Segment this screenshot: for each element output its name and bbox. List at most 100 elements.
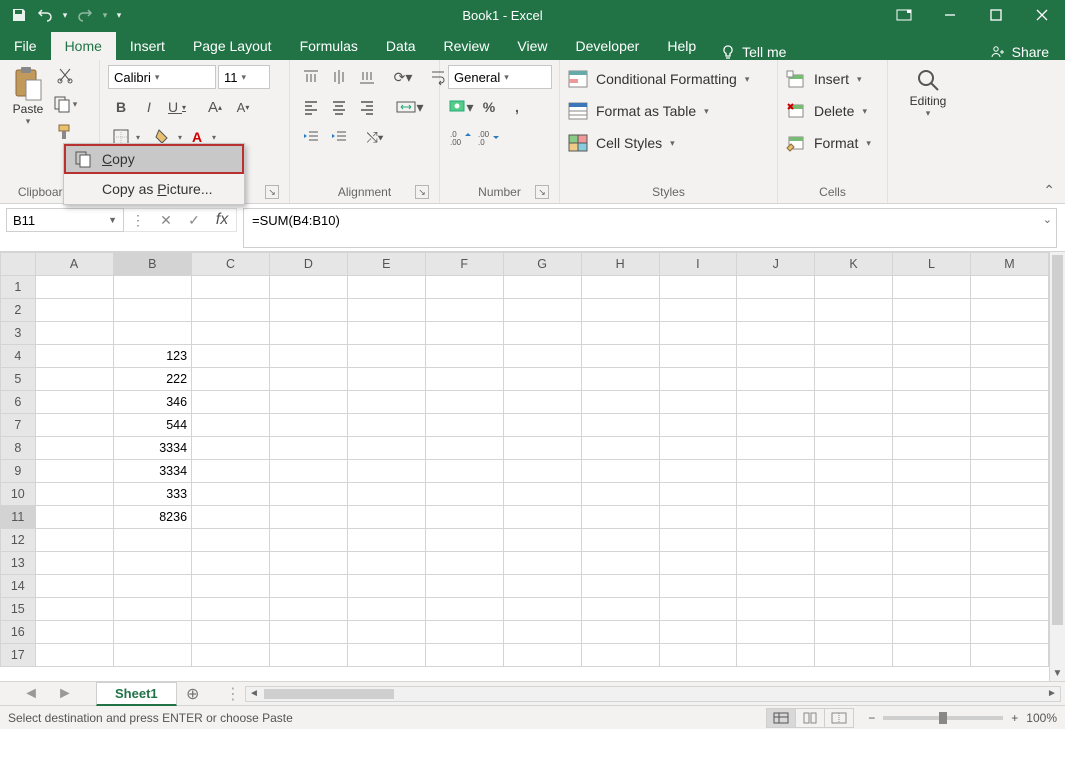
select-all-cell[interactable]	[1, 253, 36, 276]
font-size-combo[interactable]: 11▾	[218, 65, 270, 89]
normal-view-icon[interactable]	[766, 708, 796, 728]
col-header-A[interactable]: A	[35, 253, 113, 276]
cell-K15[interactable]	[815, 598, 893, 621]
italic-button[interactable]: I	[136, 95, 162, 119]
hscroll-thumb[interactable]	[264, 689, 394, 699]
cell-B1[interactable]	[113, 276, 192, 299]
col-header-E[interactable]: E	[347, 253, 425, 276]
redo-caret-icon[interactable]: ▾	[100, 4, 110, 26]
cell-G12[interactable]	[503, 529, 581, 552]
row-header-13[interactable]: 13	[1, 552, 36, 575]
cell-H8[interactable]	[581, 437, 659, 460]
cell-B10[interactable]: 333	[113, 483, 192, 506]
paste-button[interactable]: Paste ▾	[8, 64, 48, 129]
cell-M4[interactable]	[970, 345, 1048, 368]
cell-I8[interactable]	[659, 437, 737, 460]
cell-L6[interactable]	[893, 391, 971, 414]
cell-A17[interactable]	[35, 644, 113, 667]
font-name-combo[interactable]: Calibri▾	[108, 65, 216, 89]
cell-K11[interactable]	[815, 506, 893, 529]
cell-M5[interactable]	[970, 368, 1048, 391]
cell-L7[interactable]	[893, 414, 971, 437]
delete-cells-button[interactable]: Delete ▾	[786, 98, 867, 124]
cell-B9[interactable]: 3334	[113, 460, 192, 483]
cell-A9[interactable]	[35, 460, 113, 483]
decrease-font-icon[interactable]: A▾	[230, 95, 256, 119]
page-layout-view-icon[interactable]	[795, 708, 825, 728]
cell-E15[interactable]	[347, 598, 425, 621]
format-painter-icon[interactable]	[52, 120, 78, 144]
cell-A10[interactable]	[35, 483, 113, 506]
cell-K6[interactable]	[815, 391, 893, 414]
cell-K4[interactable]	[815, 345, 893, 368]
tab-file[interactable]: File	[0, 32, 51, 60]
cell-E6[interactable]	[347, 391, 425, 414]
cell-J4[interactable]	[737, 345, 815, 368]
cell-J9[interactable]	[737, 460, 815, 483]
cell-C12[interactable]	[192, 529, 270, 552]
cell-M11[interactable]	[970, 506, 1048, 529]
col-header-F[interactable]: F	[425, 253, 503, 276]
accounting-format-icon[interactable]: ▾	[448, 95, 474, 119]
cell-F7[interactable]	[425, 414, 503, 437]
cell-C9[interactable]	[192, 460, 270, 483]
cell-G1[interactable]	[503, 276, 581, 299]
cell-F8[interactable]	[425, 437, 503, 460]
cell-D9[interactable]	[269, 460, 347, 483]
col-header-M[interactable]: M	[970, 253, 1048, 276]
horizontal-scrollbar[interactable]: ◄ ►	[245, 686, 1061, 702]
cell-I16[interactable]	[659, 621, 737, 644]
cell-C10[interactable]	[192, 483, 270, 506]
cell-L1[interactable]	[893, 276, 971, 299]
fx-separator-icon[interactable]: ⋮	[124, 212, 152, 229]
row-header-3[interactable]: 3	[1, 322, 36, 345]
cell-B14[interactable]	[113, 575, 192, 598]
row-header-11[interactable]: 11	[1, 506, 36, 529]
cell-A2[interactable]	[35, 299, 113, 322]
cell-G2[interactable]	[503, 299, 581, 322]
cell-K3[interactable]	[815, 322, 893, 345]
cell-F14[interactable]	[425, 575, 503, 598]
grid[interactable]: ABCDEFGHIJKLM123412352226346754483334933…	[0, 252, 1049, 667]
scroll-left-icon[interactable]: ◄	[246, 687, 262, 701]
cell-H1[interactable]	[581, 276, 659, 299]
cell-E11[interactable]	[347, 506, 425, 529]
cell-B2[interactable]	[113, 299, 192, 322]
format-cells-button[interactable]: Format ▾	[786, 130, 871, 156]
cell-G8[interactable]	[503, 437, 581, 460]
cell-H13[interactable]	[581, 552, 659, 575]
row-header-9[interactable]: 9	[1, 460, 36, 483]
cell-C16[interactable]	[192, 621, 270, 644]
row-header-8[interactable]: 8	[1, 437, 36, 460]
cell-L8[interactable]	[893, 437, 971, 460]
cell-C14[interactable]	[192, 575, 270, 598]
cell-E7[interactable]	[347, 414, 425, 437]
cell-M1[interactable]	[970, 276, 1048, 299]
cell-G5[interactable]	[503, 368, 581, 391]
align-middle-icon[interactable]	[326, 65, 352, 89]
cell-F3[interactable]	[425, 322, 503, 345]
row-header-6[interactable]: 6	[1, 391, 36, 414]
cell-L16[interactable]	[893, 621, 971, 644]
cell-E10[interactable]	[347, 483, 425, 506]
format-as-table-button[interactable]: Format as Table ▾	[568, 98, 709, 124]
cell-B5[interactable]: 222	[113, 368, 192, 391]
cell-H15[interactable]	[581, 598, 659, 621]
cell-D16[interactable]	[269, 621, 347, 644]
cell-L4[interactable]	[893, 345, 971, 368]
cell-I1[interactable]	[659, 276, 737, 299]
editing-button[interactable]: Editing ▾	[906, 64, 951, 121]
cell-J2[interactable]	[737, 299, 815, 322]
tab-view[interactable]: View	[503, 32, 561, 60]
cell-M3[interactable]	[970, 322, 1048, 345]
cell-K17[interactable]	[815, 644, 893, 667]
cell-E12[interactable]	[347, 529, 425, 552]
align-top-icon[interactable]	[298, 65, 324, 89]
cell-E2[interactable]	[347, 299, 425, 322]
copy-split-button[interactable]: ▾	[52, 92, 78, 116]
cell-M6[interactable]	[970, 391, 1048, 414]
cell-K9[interactable]	[815, 460, 893, 483]
share-button[interactable]: Share	[974, 44, 1065, 60]
row-header-7[interactable]: 7	[1, 414, 36, 437]
cell-C5[interactable]	[192, 368, 270, 391]
